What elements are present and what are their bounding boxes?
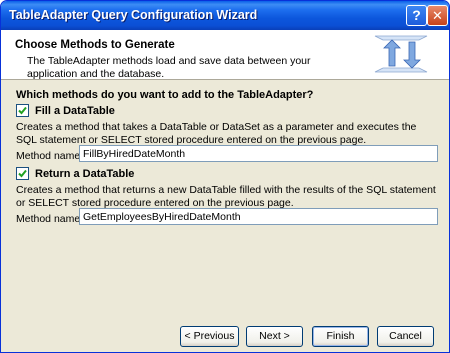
fill-method-name-label: Method name: xyxy=(16,150,84,162)
return-datatable-label[interactable]: Return a DataTable xyxy=(35,168,134,180)
window-title: TableAdapter Query Configuration Wizard xyxy=(9,8,258,22)
page-description: The TableAdapter methods load and save d… xyxy=(27,55,311,80)
tableadapter-arrows-icon xyxy=(374,35,428,73)
help-button[interactable]: ? xyxy=(406,5,427,26)
return-method-name-label: Method name: xyxy=(16,213,84,225)
fill-datatable-option[interactable]: Fill a DataTable xyxy=(16,104,115,117)
wizard-window: TableAdapter Query Configuration Wizard … xyxy=(0,0,450,353)
fill-datatable-checkbox[interactable] xyxy=(16,104,29,117)
return-datatable-checkbox[interactable] xyxy=(16,167,29,180)
wizard-header: Choose Methods to Generate The TableAdap… xyxy=(1,30,449,80)
previous-button[interactable]: < Previous xyxy=(180,326,239,347)
return-method-name-input[interactable] xyxy=(79,208,438,225)
return-datatable-description: Creates a method that returns a new Data… xyxy=(16,184,436,209)
title-bar[interactable]: TableAdapter Query Configuration Wizard … xyxy=(1,1,449,30)
page-title: Choose Methods to Generate xyxy=(15,39,175,51)
wizard-content: Which methods do you want to add to the … xyxy=(1,80,449,320)
methods-question: Which methods do you want to add to the … xyxy=(16,89,314,101)
next-button[interactable]: Next > xyxy=(246,326,303,347)
fill-datatable-description: Creates a method that takes a DataTable … xyxy=(16,121,417,146)
close-button[interactable]: ✕ xyxy=(427,5,448,26)
return-datatable-option[interactable]: Return a DataTable xyxy=(16,167,134,180)
check-mark-icon xyxy=(18,169,27,178)
cancel-button[interactable]: Cancel xyxy=(377,326,434,347)
fill-datatable-label[interactable]: Fill a DataTable xyxy=(35,105,115,117)
check-mark-icon xyxy=(18,106,27,115)
finish-button[interactable]: Finish xyxy=(312,326,369,347)
fill-method-name-input[interactable] xyxy=(79,145,438,162)
